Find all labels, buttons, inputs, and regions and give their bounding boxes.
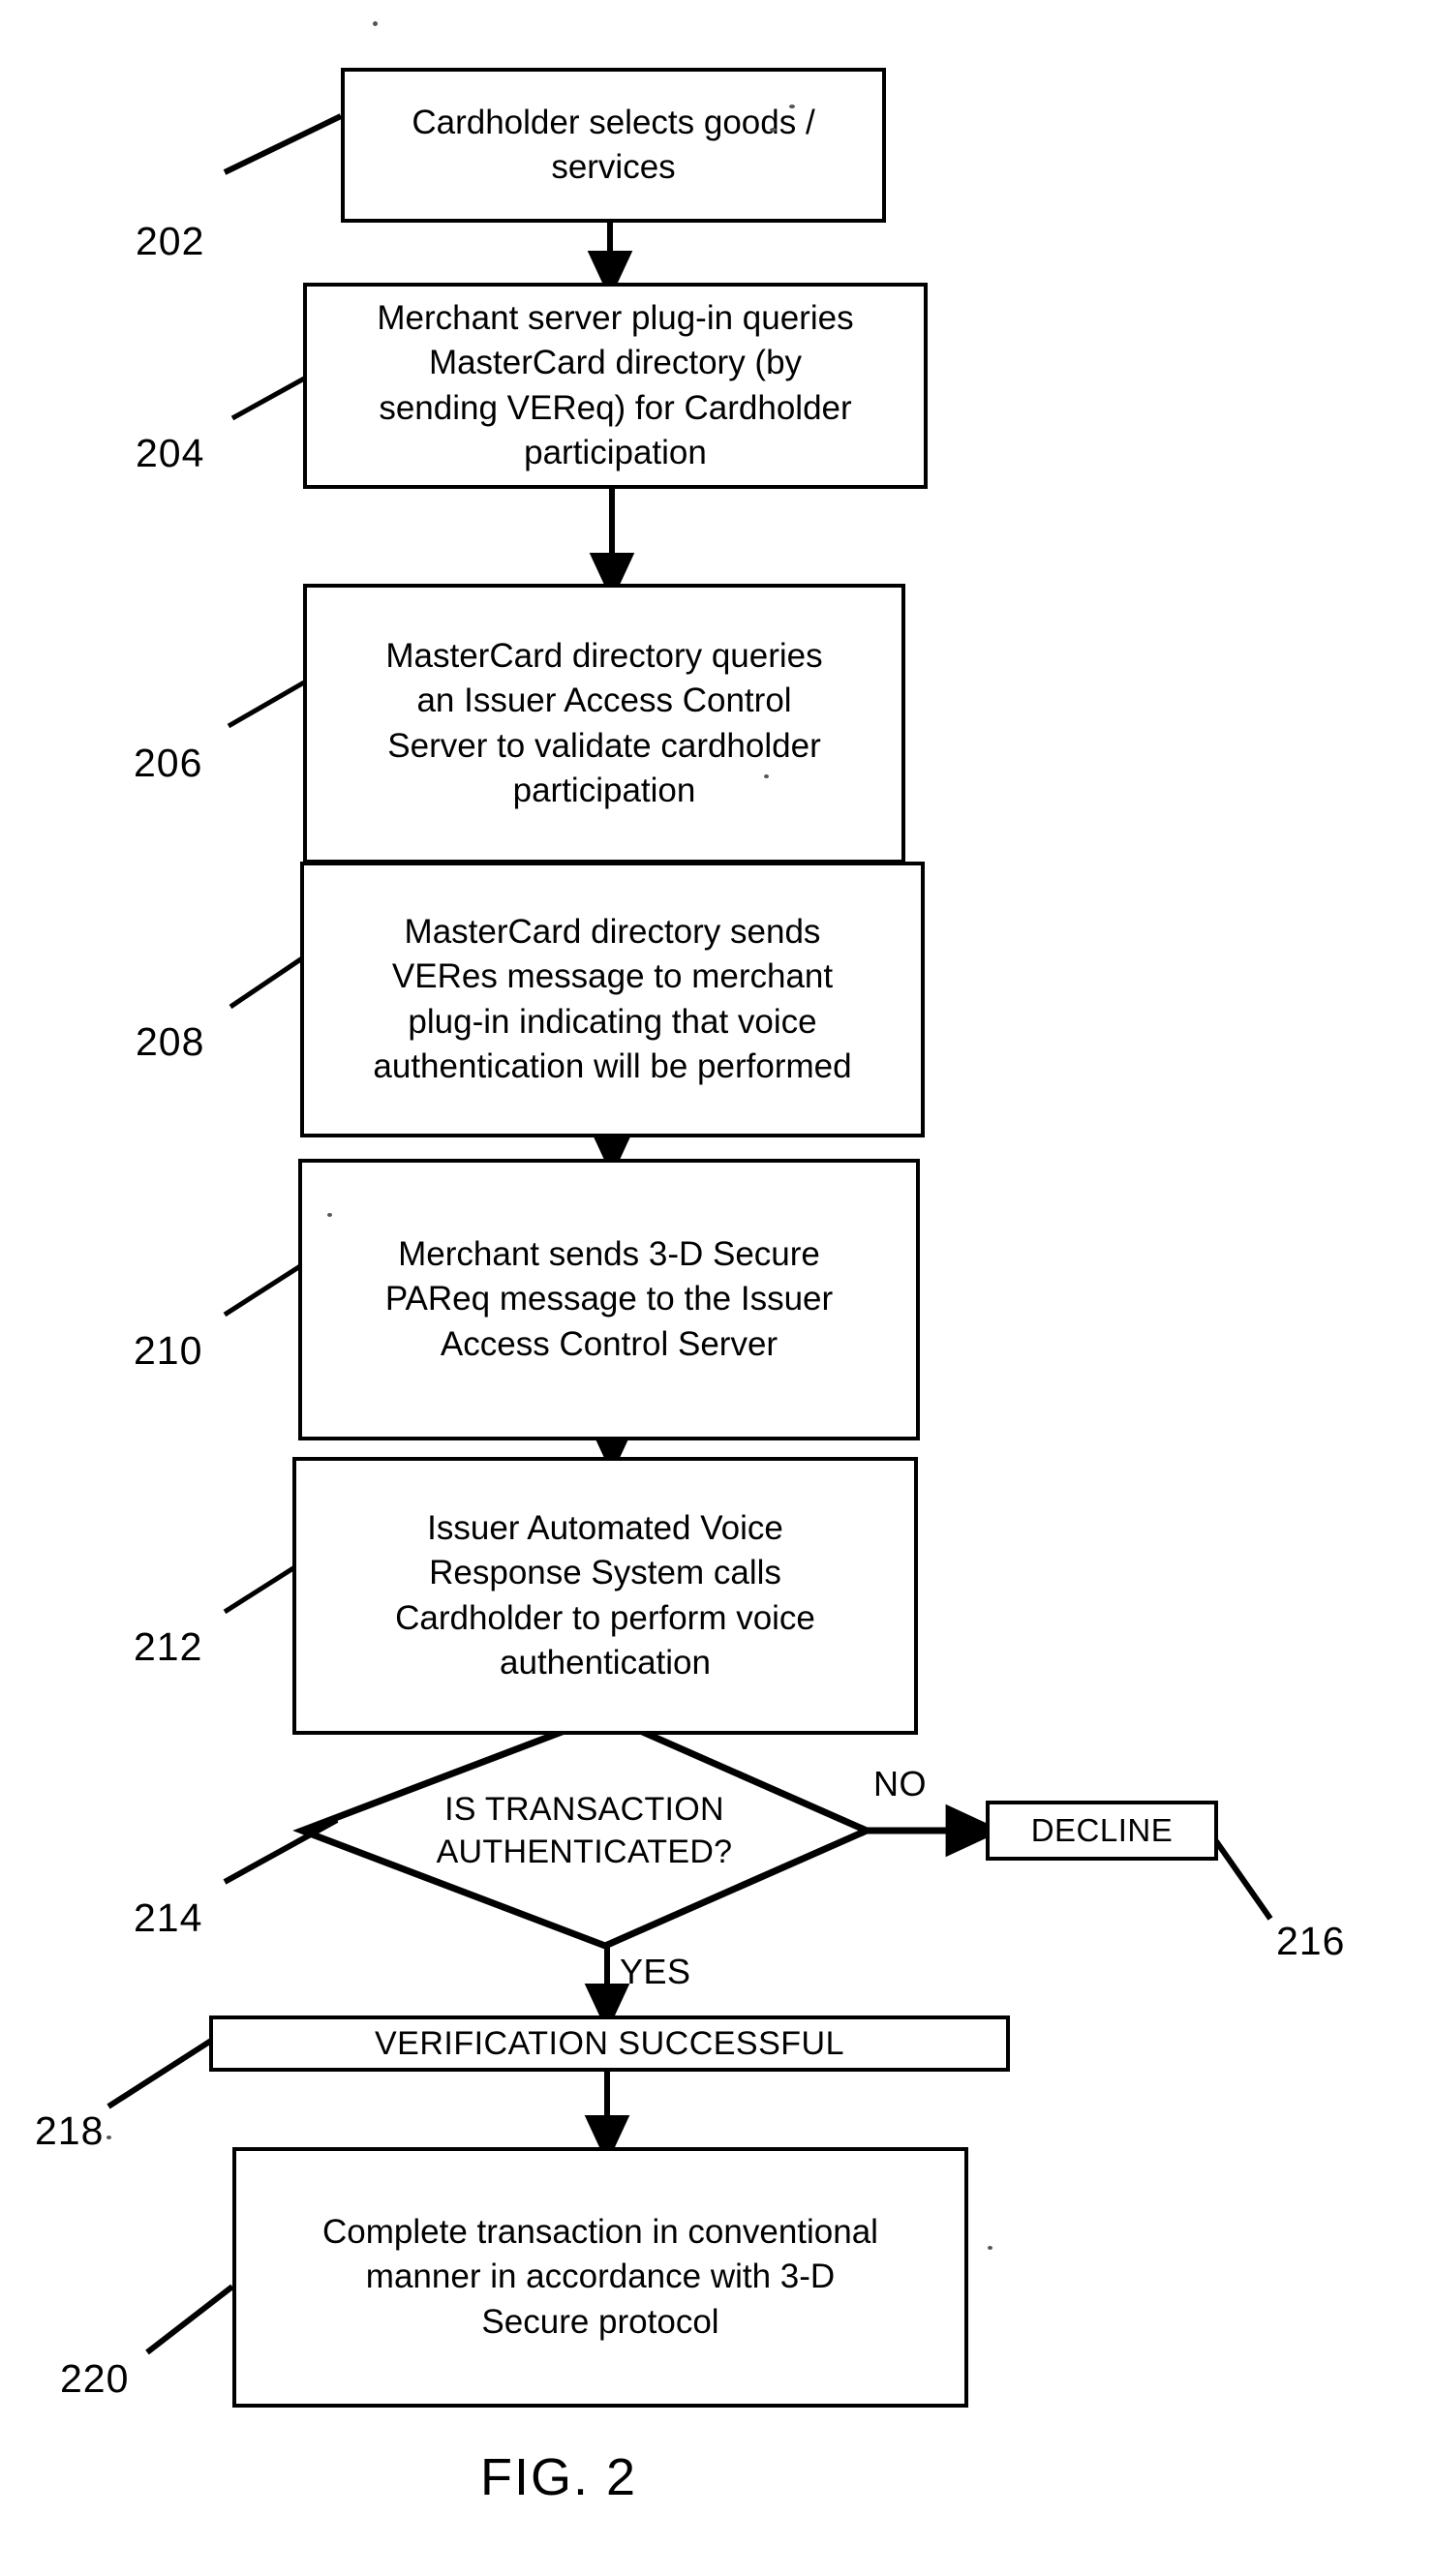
flow-node-202-text: Cardholder selects goods / services [412,103,815,186]
reference-numeral-218: 218 [35,2108,105,2153]
scan-speck [988,2246,992,2250]
scan-speck [770,128,777,132]
reference-numeral-216: 216 [1276,1919,1346,1963]
scan-speck [327,1213,332,1217]
flow-node-206-text: MasterCard directory queries an Issuer A… [385,637,823,809]
scan-speck [107,2136,111,2139]
reference-numeral-212: 212 [134,1624,203,1669]
flow-node-218: VERIFICATION SUCCESSFUL [209,2015,1010,2072]
flow-node-218-text: VERIFICATION SUCCESSFUL [374,2024,845,2062]
patent-figure-page: Cardholder selects goods / services 202 … [0,0,1435,2576]
flow-node-216: DECLINE [986,1801,1218,1861]
flow-node-204: Merchant server plug-in queries MasterCa… [303,283,928,489]
flow-node-206: MasterCard directory queries an Issuer A… [303,584,905,864]
scan-speck [764,774,769,778]
reference-numeral-206: 206 [134,741,203,785]
leader-208 [229,955,304,1010]
reference-numeral-220: 220 [60,2356,130,2401]
branch-label-no: NO [873,1764,927,1803]
figure-caption: FIG. 2 [480,2448,638,2506]
flow-node-210-text: Merchant sends 3-D Secure PAReq message … [384,1235,834,1363]
scan-speck [373,21,378,26]
flow-node-214-text: IS TRANSACTION AUTHENTICATED? [436,1790,733,1870]
reference-numeral-208: 208 [136,1019,205,1064]
branch-label-yes: YES [620,1952,691,1991]
leader-220 [145,2284,234,2355]
leader-218 [107,2038,213,2109]
flow-node-208: MasterCard directory sends VERes message… [300,862,925,1137]
leader-202 [223,113,343,175]
flow-node-202: Cardholder selects goods / services [341,68,886,223]
leader-204 [230,375,308,421]
flow-node-220-text: Complete transaction in conventional man… [322,2213,878,2341]
scan-speck [789,105,795,108]
flow-node-212-text: Issuer Automated Voice Response System c… [395,1509,815,1682]
flow-node-214: IS TRANSACTION AUTHENTICATED? [302,1715,867,1946]
reference-numeral-204: 204 [136,431,205,475]
flow-node-204-text: Merchant server plug-in queries MasterCa… [377,299,854,471]
reference-numeral-210: 210 [134,1328,203,1373]
leader-206 [227,680,306,729]
reference-numeral-202: 202 [136,219,205,263]
flow-node-220: Complete transaction in conventional man… [232,2147,968,2408]
leader-216 [1213,1839,1273,1921]
flow-node-210: Merchant sends 3-D Secure PAReq message … [298,1159,920,1440]
reference-numeral-214: 214 [134,1895,203,1940]
flow-node-216-text: DECLINE [1030,1812,1174,1849]
flow-node-208-text: MasterCard directory sends VERes message… [373,913,852,1085]
leader-210 [223,1263,302,1318]
leader-212 [223,1563,298,1615]
flow-node-212: Issuer Automated Voice Response System c… [292,1457,918,1735]
